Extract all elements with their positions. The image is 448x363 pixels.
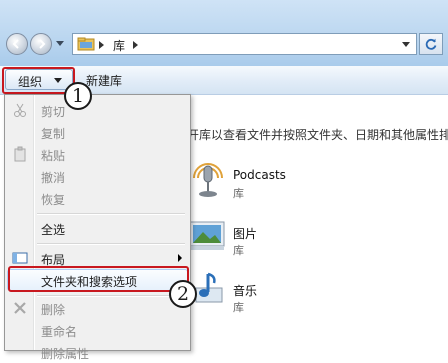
menu-item-delete[interactable]: 删除 [7,297,188,319]
menu-item-label: 粘贴 [41,149,66,163]
forward-arrow-icon [39,39,46,49]
step-2-badge: 2 [169,280,197,308]
menu-separator [37,243,185,245]
pictures-library-icon[interactable] [186,218,228,254]
menu-item-label: 剪切 [41,105,66,119]
address-bar[interactable]: 库 [72,33,417,55]
library-item-type: 库 [233,244,244,257]
breadcrumb-library[interactable]: 库 [113,37,125,54]
library-item-type: 库 [233,301,244,314]
library-item-name[interactable]: 图片 [233,225,257,242]
breadcrumb-separator-icon[interactable] [99,41,104,49]
refresh-icon [425,38,437,50]
breadcrumb-chevron-icon[interactable] [133,41,138,49]
menu-item-label: 重命名 [41,325,78,339]
refresh-button[interactable] [419,33,443,55]
library-folder-icon [77,37,95,51]
menu-item-label: 复制 [41,127,66,141]
menu-item-cut[interactable]: 剪切 [7,99,188,121]
library-description: 开库以查看文件并按照文件夹、日期和其他属性排 [187,128,448,142]
menu-item-paste[interactable]: 粘贴 [7,143,188,165]
recent-pages-dropdown[interactable] [56,41,64,46]
scissors-icon [14,103,26,117]
menu-item-label: 撤消 [41,171,66,185]
menu-item-redo[interactable]: 恢复 [7,187,188,209]
menu-item-remove-properties[interactable]: 删除属性 [7,341,188,363]
back-arrow-icon [12,39,19,49]
step-1-badge: 1 [64,82,92,110]
clipboard-icon [14,146,26,162]
library-item-name[interactable]: 音乐 [233,282,257,299]
back-button[interactable] [6,33,28,55]
menu-item-select-all[interactable]: 全选 [7,217,188,239]
address-dropdown-icon[interactable] [402,42,410,47]
menu-item-label: 全选 [41,223,66,237]
new-library-button[interactable]: 新建库 [86,72,122,89]
menu-item-undo[interactable]: 撤消 [7,165,188,187]
menu-item-label: 删除属性 [41,347,90,361]
organize-menu: 剪切 复制 粘贴 撤消 恢复 全选 布局 文件夹和搜索选项 删除 重命名 删除属… [4,94,191,361]
menu-item-copy[interactable]: 复制 [7,121,188,143]
podcast-microphone-icon[interactable] [188,160,228,200]
layout-icon [12,252,28,264]
library-item-type: 库 [233,187,244,200]
library-item-name[interactable]: Podcasts [233,168,286,182]
menu-item-label: 删除 [41,303,66,317]
folder-options-highlight [8,266,189,292]
forward-button[interactable] [30,33,52,55]
menu-item-label: 恢复 [41,193,66,207]
delete-x-icon [14,302,26,314]
menu-separator [37,213,185,215]
menu-item-rename[interactable]: 重命名 [7,319,188,341]
chevron-right-icon [178,254,182,262]
